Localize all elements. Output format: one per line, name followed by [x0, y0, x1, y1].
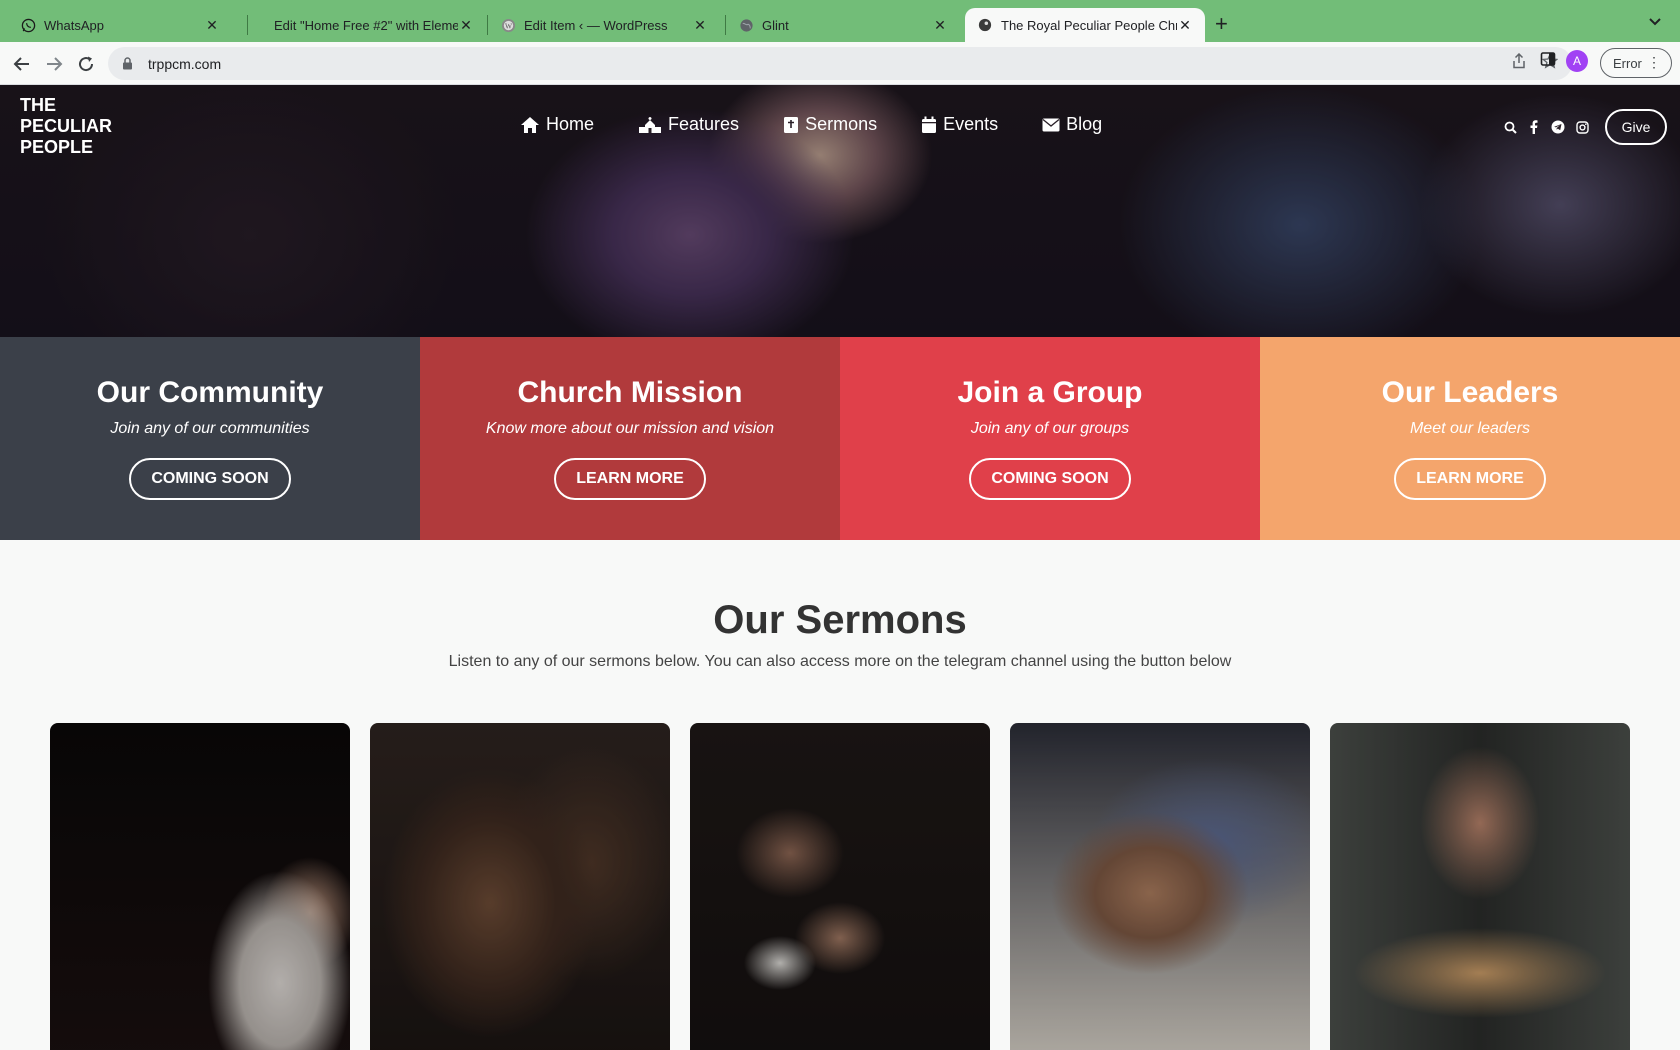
share-icon[interactable] — [1512, 52, 1526, 74]
header-actions: Give — [1503, 109, 1667, 145]
browser-toolbar: trppcm.com A Error ⋮ — [0, 42, 1680, 85]
feature-title: Church Mission — [517, 376, 743, 409]
new-tab-button[interactable]: + — [1215, 12, 1228, 36]
nav-sermons[interactable]: Sermons — [783, 114, 877, 135]
feature-church-mission: Church Mission Know more about our missi… — [420, 337, 840, 540]
praying-hands-book-image[interactable] — [1330, 723, 1630, 1050]
tab-glint[interactable]: Glint ✕ — [726, 8, 960, 42]
address-bar[interactable]: trppcm.com — [108, 47, 1572, 80]
logo-line: PEOPLE — [20, 137, 94, 157]
url-text: trppcm.com — [148, 55, 222, 72]
sermons-heading: Our Sermons — [713, 598, 967, 642]
nav-features-label: Features — [668, 114, 740, 134]
nav-sermons-label: Sermons — [805, 114, 878, 134]
side-panel-icon[interactable] — [1540, 51, 1556, 72]
envelope-icon — [1042, 118, 1060, 132]
tab-title: Glint — [762, 17, 789, 33]
feature-boxes: Our Community Join any of our communitie… — [0, 337, 1680, 540]
forward-arrow-icon[interactable] — [42, 52, 66, 76]
browser-tab-strip: WhatsApp ✕ Edit "Home Free #2" with Elem… — [0, 0, 1680, 42]
tab-title: WhatsApp — [44, 17, 104, 33]
wordpress-icon: W — [500, 17, 516, 33]
feature-our-community: Our Community Join any of our communitie… — [0, 337, 420, 540]
give-button[interactable]: Give — [1605, 109, 1667, 145]
sermon-cards — [50, 723, 1630, 1050]
site-logo[interactable]: THE PECULIAR PEOPLE — [20, 95, 112, 158]
profile-error-button[interactable]: Error ⋮ — [1600, 48, 1672, 78]
nav-home-label: Home — [546, 114, 595, 134]
nav-events-label: Events — [943, 114, 999, 134]
tab-search-chevron-icon[interactable] — [1648, 14, 1662, 30]
globe-icon — [738, 17, 754, 33]
coming-soon-button[interactable]: COMING SOON — [969, 458, 1131, 500]
feature-subtitle: Meet our leaders — [1409, 420, 1531, 437]
close-icon[interactable]: ✕ — [1177, 17, 1193, 34]
tab-whatsapp[interactable]: WhatsApp ✕ — [8, 8, 232, 42]
calendar-icon — [921, 116, 937, 134]
feature-subtitle: Know more about our mission and vision — [485, 420, 775, 437]
profile-avatar[interactable]: A — [1566, 50, 1588, 72]
close-icon[interactable]: ✕ — [692, 17, 708, 34]
close-icon[interactable]: ✕ — [204, 17, 220, 34]
svg-text:W: W — [504, 21, 512, 30]
worship-hands-image[interactable] — [690, 723, 990, 1050]
nav-home[interactable]: Home — [520, 114, 594, 135]
feature-join-a-group: Join a Group Join any of our groups COMI… — [840, 337, 1260, 540]
telegram-icon[interactable] — [1551, 120, 1565, 134]
search-icon[interactable] — [1503, 120, 1517, 134]
home-icon — [520, 116, 540, 134]
whatsapp-icon — [20, 17, 36, 33]
coming-soon-button[interactable]: COMING SOON — [129, 458, 291, 500]
learn-more-button[interactable]: LEARN MORE — [1394, 458, 1546, 500]
nav-features[interactable]: Features — [638, 114, 739, 135]
lock-icon[interactable] — [122, 57, 136, 71]
tab-divider — [247, 15, 248, 35]
tab-active-trppcm[interactable]: The Royal Peculiar People Christian ✕ — [965, 8, 1205, 42]
tab-title: Edit "Home Free #2" with Elementor — [274, 17, 458, 33]
learn-more-button[interactable]: LEARN MORE — [554, 458, 706, 500]
tab-title: The Royal Peculiar People Christian — [1001, 17, 1177, 33]
reload-icon[interactable] — [74, 52, 98, 76]
tab-wordpress[interactable]: W Edit Item ‹ — WordPress ✕ — [488, 8, 720, 42]
tab-elementor[interactable]: Edit "Home Free #2" with Elementor ✕ — [262, 8, 486, 42]
tab-title: Edit Item ‹ — WordPress — [524, 17, 668, 33]
church-icon — [638, 116, 662, 134]
web-page: THE PECULIAR PEOPLE Home Features Sermon… — [0, 85, 1680, 1050]
feature-subtitle: Join any of our communities — [110, 420, 310, 437]
facebook-icon[interactable] — [1527, 120, 1541, 134]
folded-hands-bible-image[interactable] — [1010, 723, 1310, 1050]
main-nav: Home Features Sermons Events Blog — [520, 114, 1102, 135]
close-icon[interactable]: ✕ — [932, 17, 948, 34]
logo-line: THE — [20, 95, 56, 115]
nav-blog[interactable]: Blog — [1042, 114, 1102, 135]
woman-praying-image[interactable] — [50, 723, 350, 1050]
nav-events[interactable]: Events — [921, 114, 998, 135]
kebab-menu-icon[interactable]: ⋮ — [1647, 54, 1661, 71]
bible-icon — [783, 116, 799, 134]
feature-subtitle: Join any of our groups — [970, 420, 1130, 437]
logo-line: PECULIAR — [20, 116, 113, 136]
site-icon — [977, 17, 993, 33]
feature-title: Our Community — [96, 376, 324, 409]
close-icon[interactable]: ✕ — [458, 17, 474, 34]
error-label: Error — [1613, 55, 1642, 71]
feature-title: Join a Group — [957, 376, 1143, 409]
instagram-icon[interactable] — [1575, 120, 1589, 134]
raised-hands-image[interactable] — [370, 723, 670, 1050]
nav-blog-label: Blog — [1066, 114, 1103, 134]
sermons-description: Listen to any of our sermons below. You … — [448, 653, 1232, 670]
back-arrow-icon[interactable] — [10, 52, 34, 76]
feature-title: Our Leaders — [1381, 376, 1559, 409]
feature-our-leaders: Our Leaders Meet our leaders LEARN MORE — [1260, 337, 1680, 540]
